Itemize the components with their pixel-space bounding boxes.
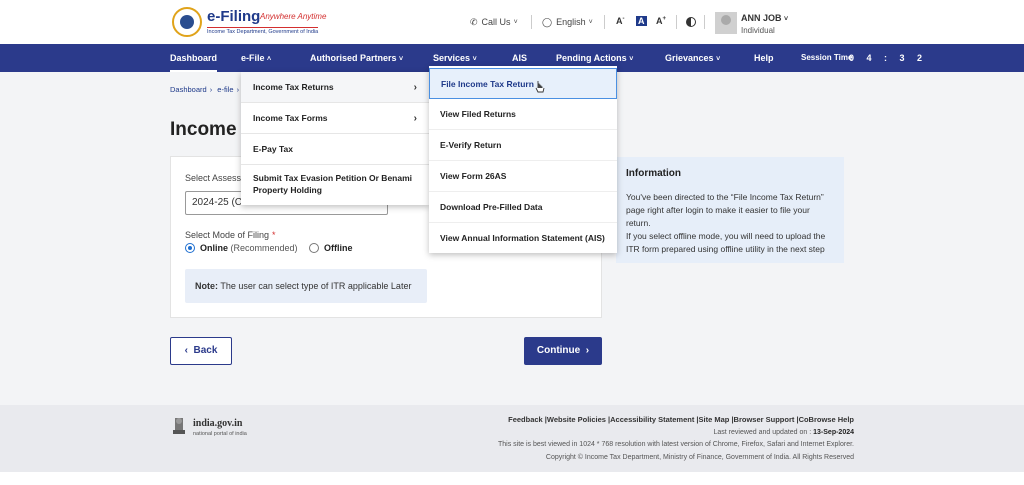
assessment-year-label: Select Assessm xyxy=(185,173,249,183)
chevron-up-icon: ˄ xyxy=(267,56,272,63)
menu-download-prefilled-data[interactable]: Download Pre-Filled Data xyxy=(429,192,617,223)
note-box: Note: The user can select type of ITR ap… xyxy=(185,269,427,303)
footer-reviewed: Last reviewed and updated on : 13-Sep-20… xyxy=(713,429,855,436)
menu-view-filed-returns[interactable]: View Filed Returns xyxy=(429,99,617,130)
logo-title: e-Filing xyxy=(207,8,261,25)
chevron-down-icon: ˅ xyxy=(472,56,477,63)
footer-copyright: Copyright © Income Tax Department, Minis… xyxy=(545,454,854,461)
menu-view-form-26as[interactable]: View Form 26AS xyxy=(429,161,617,192)
logo-tagline: Anywhere Anytime xyxy=(260,12,327,21)
globe-icon: ◯ xyxy=(542,16,553,27)
breadcrumb: Dashboard › e-file › xyxy=(170,85,240,94)
menu-epay-tax[interactable]: E-Pay Tax xyxy=(241,134,429,165)
information-title: Information xyxy=(626,168,681,179)
menu-view-ais[interactable]: View Annual Information Statement (AIS) xyxy=(429,223,617,254)
divider xyxy=(676,15,677,29)
online-radio-label[interactable]: Online (Recommended) xyxy=(200,243,298,253)
normal-text-button[interactable]: A xyxy=(636,16,647,26)
chevron-right-icon: › xyxy=(413,113,417,124)
top-header: e-Filing Anywhere Anytime Income Tax Dep… xyxy=(0,0,1024,44)
chevron-right-icon: › xyxy=(413,82,417,93)
filing-mode-label: Select Mode of Filing * xyxy=(185,230,276,240)
nav-help[interactable]: Help xyxy=(754,44,774,72)
user-role: Individual xyxy=(741,26,775,35)
chevron-left-icon: ‹ xyxy=(184,345,188,356)
hand-cursor-icon xyxy=(535,81,545,93)
offline-radio[interactable] xyxy=(309,243,319,253)
efiling-logo[interactable]: e-Filing Anywhere Anytime Income Tax Dep… xyxy=(172,7,326,37)
breadcrumb-efile[interactable]: e-file xyxy=(217,85,233,94)
decrease-text-button[interactable]: A- xyxy=(616,16,625,26)
menu-tax-evasion-petition[interactable]: Submit Tax Evasion Petition Or Benami Pr… xyxy=(241,165,429,205)
divider xyxy=(604,15,605,29)
menu-file-income-tax-return[interactable]: File Income Tax Return xyxy=(429,68,617,99)
call-us-button[interactable]: ✆ Call Us ˅ xyxy=(470,12,518,32)
menu-income-tax-returns[interactable]: Income Tax Returns › xyxy=(241,72,429,103)
nav-grievances[interactable]: Grievances ˅ xyxy=(665,44,720,72)
avatar[interactable] xyxy=(715,12,737,34)
chevron-down-icon: ˅ xyxy=(784,16,789,23)
nav-dashboard[interactable]: Dashboard xyxy=(170,44,218,72)
nav-efile[interactable]: e-File ˄ xyxy=(241,44,271,72)
returns-submenu: File Income Tax Return View Filed Return… xyxy=(429,66,617,253)
menu-everify-return[interactable]: E-Verify Return xyxy=(429,130,617,161)
footer-best-viewed: This site is best viewed in 1024 * 768 r… xyxy=(497,441,854,448)
india-gov-name[interactable]: india.gov.in xyxy=(193,418,242,429)
logo-subtitle: Income Tax Department, Government of Ind… xyxy=(207,27,319,35)
divider xyxy=(704,15,705,29)
session-label: Session Time xyxy=(801,53,853,62)
language-label: English xyxy=(556,17,586,27)
chevron-down-icon: ˅ xyxy=(716,56,721,63)
increase-text-button[interactable]: A+ xyxy=(656,16,666,26)
chevron-down-icon: ˅ xyxy=(588,18,593,26)
contrast-icon[interactable] xyxy=(686,17,696,27)
efile-dropdown: Income Tax Returns › Income Tax Forms › E-… xyxy=(241,72,429,205)
user-menu[interactable]: ANN JOB ˅ xyxy=(741,13,788,23)
offline-radio-label[interactable]: Offline xyxy=(324,243,353,253)
language-selector[interactable]: ◯ English ˅ xyxy=(542,12,593,32)
chevron-down-icon: ˅ xyxy=(513,18,518,26)
chevron-right-icon: › xyxy=(585,345,590,356)
chevron-down-icon: ˅ xyxy=(399,56,404,63)
online-radio[interactable] xyxy=(185,243,195,253)
information-panel: Information You've been directed to the … xyxy=(616,157,844,263)
back-button[interactable]: ‹ Back xyxy=(170,337,232,365)
call-us-label: Call Us xyxy=(481,17,511,27)
menu-income-tax-forms[interactable]: Income Tax Forms › xyxy=(241,103,429,134)
information-text-2: If you select offline mode, you will nee… xyxy=(626,231,826,254)
chevron-down-icon: ˅ xyxy=(629,56,634,63)
india-gov-sub: national portal of india xyxy=(193,431,247,437)
ashoka-emblem-icon xyxy=(173,418,185,434)
session-timer: 0 4 : 3 2 xyxy=(849,53,928,63)
divider xyxy=(531,15,532,29)
footer-bottom xyxy=(0,472,1024,485)
emblem-icon xyxy=(172,7,202,37)
nav-authorised-partners[interactable]: Authorised Partners ˅ xyxy=(310,44,403,72)
information-text-1: You've been directed to the “File Income… xyxy=(626,192,824,228)
footer-links[interactable]: Feedback |Website Policies |Accessibilit… xyxy=(508,415,854,424)
breadcrumb-dashboard[interactable]: Dashboard xyxy=(170,85,207,94)
continue-button[interactable]: Continue › xyxy=(524,337,602,365)
phone-icon: ✆ xyxy=(470,16,478,27)
